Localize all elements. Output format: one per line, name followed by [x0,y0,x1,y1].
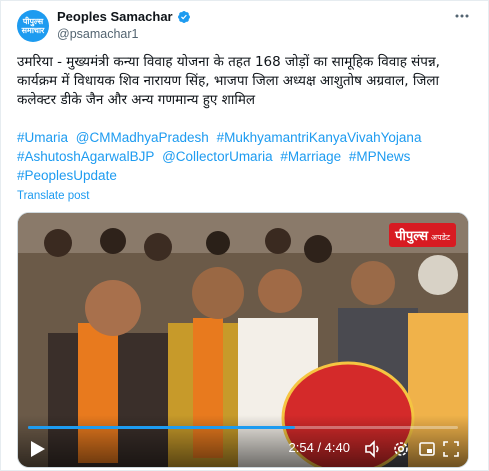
video-progress-bar[interactable] [28,426,458,429]
more-options-icon[interactable] [454,8,470,28]
hashtag-link[interactable]: #Umaria [17,130,68,145]
fullscreen-icon[interactable] [442,440,460,458]
hashtag-link[interactable]: #PeoplesUpdate [17,168,117,183]
mention-link[interactable]: @CollectorUmaria [162,149,272,164]
play-icon[interactable] [30,440,46,458]
mention-link[interactable]: @CMMadhyaPradesh [76,130,209,145]
translate-post-link[interactable]: Translate post [17,190,89,202]
author-display-name[interactable]: Peoples Samachar [57,9,173,24]
video-controls: 2:54 / 4:40 [18,415,468,467]
verified-badge-icon [177,10,190,23]
author-handle[interactable]: @psamachar1 [57,27,138,41]
tweet-card: पीपुल्स समाचार Peoples Samachar @psamach… [0,0,489,471]
hashtag-link[interactable]: #MPNews [349,149,411,164]
hashtag-link[interactable]: #AshutoshAgarwalBJP [17,149,154,164]
settings-gear-icon[interactable] [392,440,410,458]
video-progress-fill [28,426,295,429]
avatar[interactable]: पीपुल्स समाचार [17,10,49,42]
hashtag-list: #Umaria @CMMadhyaPradesh #MukhyamantriKa… [17,128,475,185]
watermark-main-text: पीपुल्स [395,229,429,244]
watermark-sub-text: अपडेट [431,233,450,242]
tweet-text: उमरिया - मुख्यमंत्री कन्या विवाह योजना क… [17,54,440,108]
pip-icon[interactable] [418,440,436,458]
video-timecode: 2:54 / 4:40 [288,440,350,455]
channel-watermark: पीपुल्स अपडेट [389,223,456,247]
author-name-row: Peoples Samachar [57,9,191,24]
avatar-logo-text: पीपुल्स समाचार [21,17,45,35]
video-player[interactable]: पीपुल्स अपडेट 2:54 / 4:40 [17,212,469,468]
hashtag-link[interactable]: #Marriage [280,149,341,164]
hashtag-link[interactable]: #MukhyamantriKanyaVivahYojana [217,130,422,145]
volume-icon[interactable] [364,440,382,458]
